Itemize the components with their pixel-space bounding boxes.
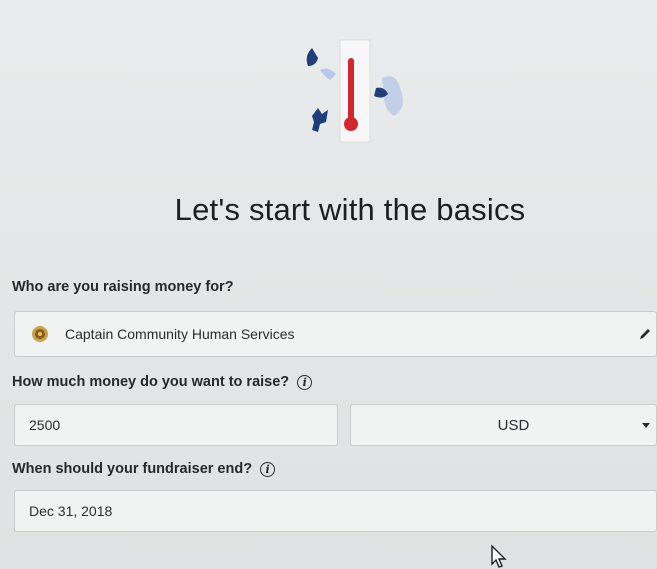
end-date-label-text: When should your fundraiser end? [12, 461, 253, 477]
chevron-down-icon [642, 423, 650, 428]
thermometer-goal-illustration [306, 39, 403, 143]
end-date-value: Dec 31, 2018 [29, 503, 113, 519]
goal-label: How much money do you want to raise? i [12, 374, 313, 390]
end-date-input[interactable]: Dec 31, 2018 [14, 490, 657, 532]
organization-label-text: Who are you raising money for? [12, 279, 234, 295]
goal-label-text: How much money do you want to raise? [12, 374, 290, 390]
organization-value: Captain Community Human Services [65, 326, 295, 342]
currency-select[interactable]: USD [350, 404, 657, 446]
info-icon[interactable]: i [260, 461, 276, 477]
end-date-label: When should your fundraiser end? i [12, 461, 276, 477]
pencil-icon[interactable] [638, 327, 652, 341]
info-icon[interactable]: i [297, 374, 313, 390]
organization-field[interactable]: Captain Community Human Services [14, 311, 657, 357]
fundraiser-setup-screen: Let's start with the basics Who are you … [0, 0, 657, 569]
currency-value: USD [497, 416, 530, 434]
page-title: Let's start with the basics [174, 192, 526, 227]
goal-amount-value: 2500 [29, 417, 61, 433]
organization-label: Who are you raising money for? [12, 279, 234, 295]
organization-seal-icon [32, 326, 48, 342]
mouse-pointer-icon [491, 545, 507, 568]
goal-amount-input[interactable]: 2500 [14, 404, 338, 446]
